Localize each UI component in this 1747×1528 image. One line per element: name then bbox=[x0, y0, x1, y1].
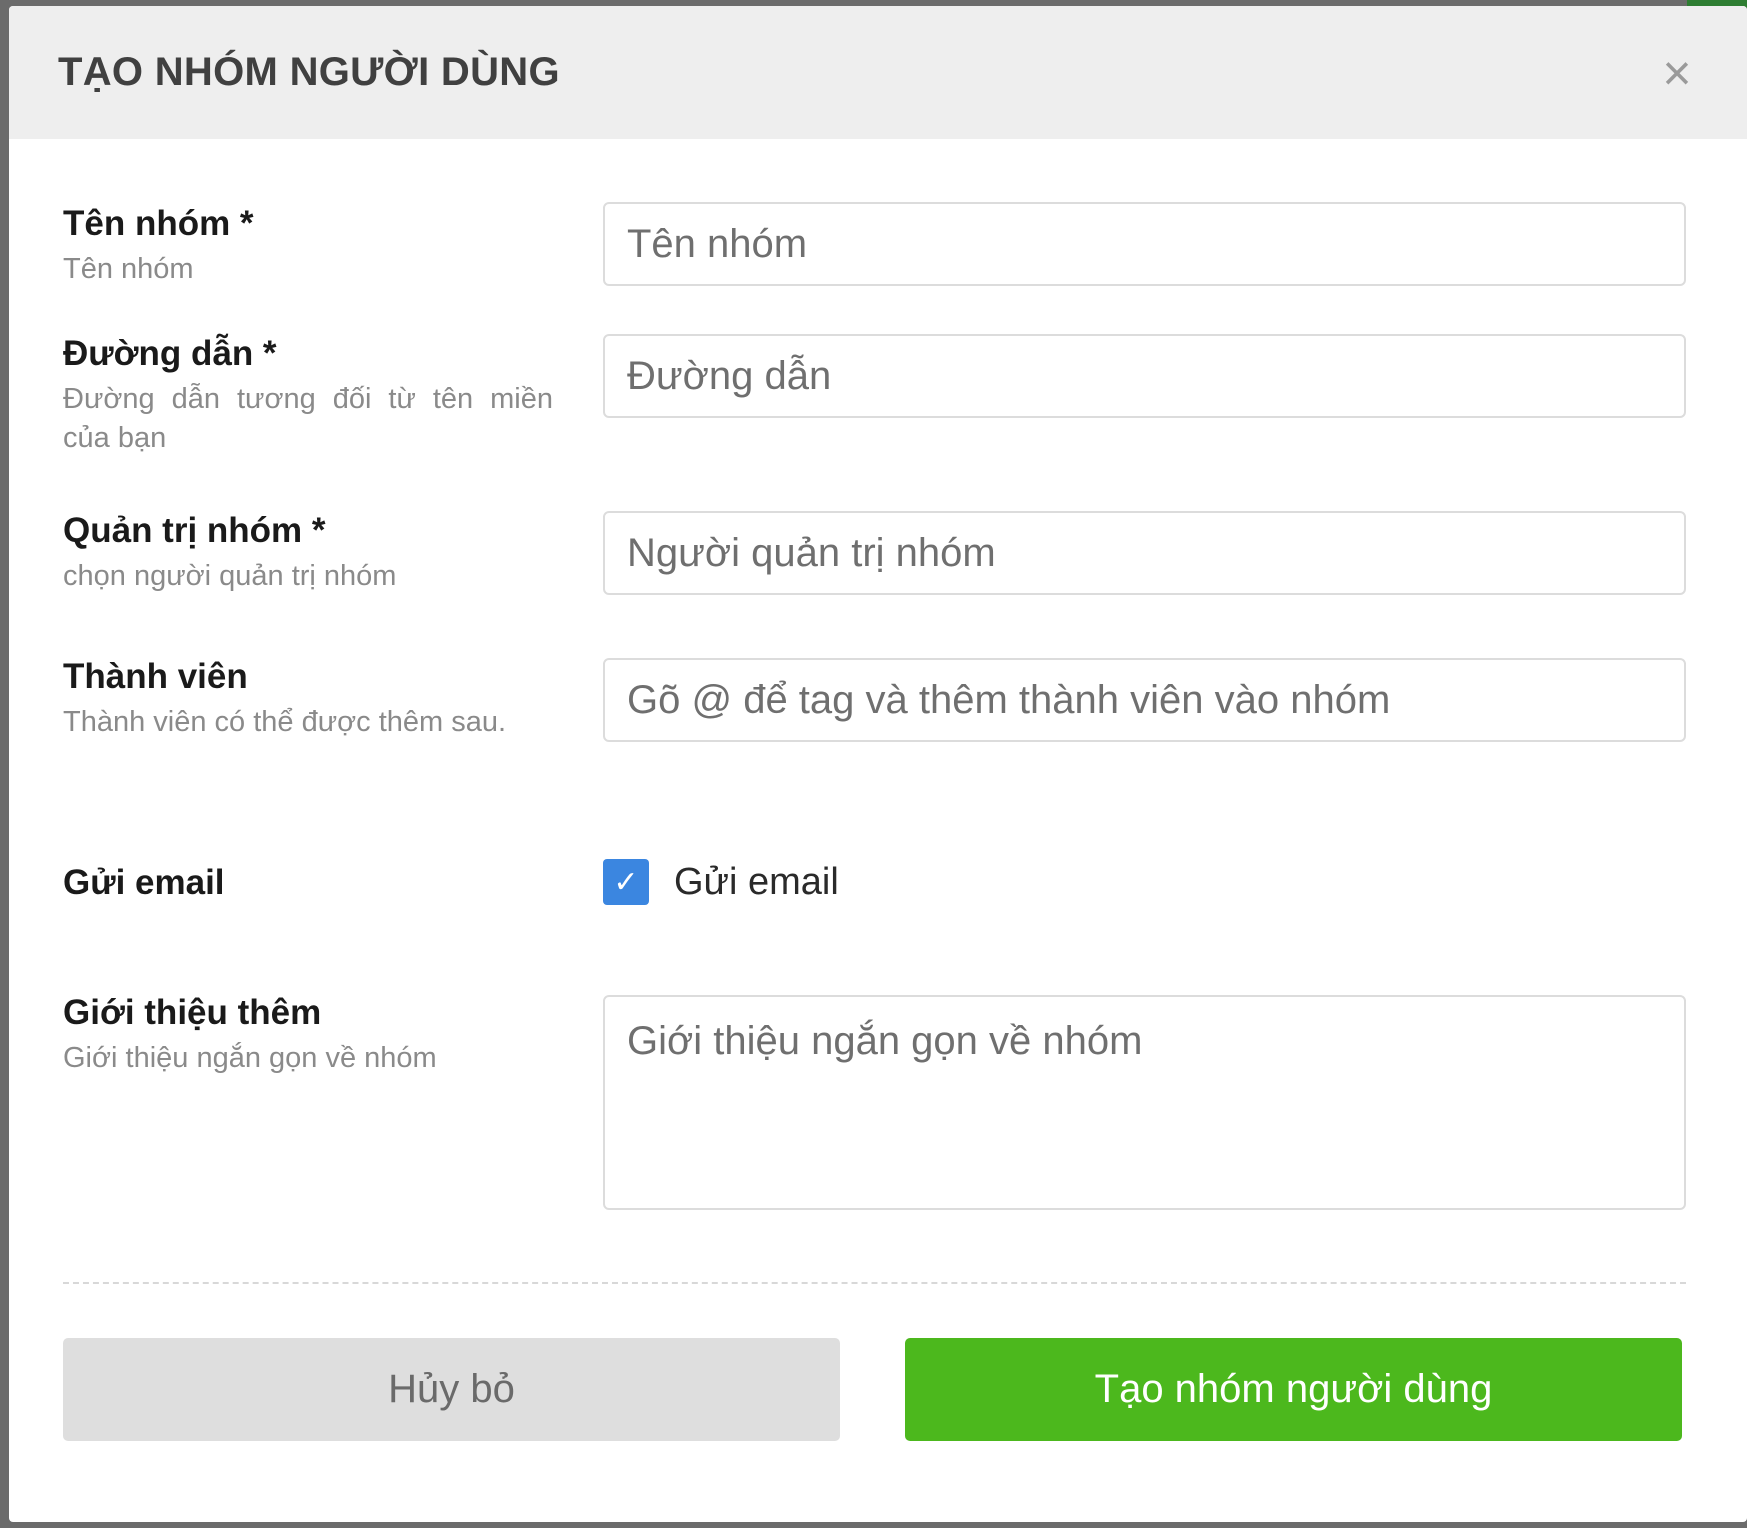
intro-label: Giới thiệu thêm bbox=[63, 993, 322, 1032]
send-email-label-col: Gửi email bbox=[63, 861, 553, 905]
modal-header: TẠO NHÓM NGƯỜI DÙNG × bbox=[9, 6, 1747, 139]
path-input[interactable] bbox=[603, 334, 1686, 418]
members-label: Thành viên bbox=[63, 657, 248, 696]
group-name-help: Tên nhóm bbox=[63, 253, 194, 285]
send-email-checkbox-group[interactable]: ✓ Gửi email bbox=[603, 859, 839, 905]
path-help: Đường dẫn tương đối từ tên miền của bạn bbox=[63, 383, 553, 454]
create-group-button[interactable]: Tạo nhóm người dùng bbox=[905, 1338, 1682, 1441]
footer-divider bbox=[63, 1282, 1686, 1284]
close-icon[interactable]: × bbox=[1653, 48, 1701, 98]
group-name-label-col: Tên nhóm * Tên nhóm bbox=[63, 202, 553, 289]
admin-label: Quản trị nhóm * bbox=[63, 511, 326, 550]
members-input[interactable] bbox=[603, 658, 1686, 742]
members-help: Thành viên có thể được thêm sau. bbox=[63, 706, 507, 738]
admin-input[interactable] bbox=[603, 511, 1686, 595]
cancel-button[interactable]: Hủy bỏ bbox=[63, 1338, 840, 1441]
modal-title: TẠO NHÓM NGƯỜI DÙNG bbox=[58, 50, 560, 94]
admin-label-col: Quản trị nhóm * chọn người quản trị nhóm bbox=[63, 509, 553, 596]
group-name-input[interactable] bbox=[603, 202, 1686, 286]
members-label-col: Thành viên Thành viên có thể được thêm s… bbox=[63, 655, 553, 742]
send-email-checkbox-label[interactable]: Gửi email bbox=[674, 861, 839, 904]
checkmark-icon: ✓ bbox=[613, 865, 639, 899]
intro-help: Giới thiệu ngắn gọn về nhóm bbox=[63, 1042, 437, 1074]
create-group-modal: TẠO NHÓM NGƯỜI DÙNG × Tên nhóm * Tên nhó… bbox=[9, 6, 1747, 1522]
send-email-label: Gửi email bbox=[63, 863, 225, 902]
intro-label-col: Giới thiệu thêm Giới thiệu ngắn gọn về n… bbox=[63, 991, 553, 1078]
path-label-col: Đường dẫn * Đường dẫn tương đối từ tên m… bbox=[63, 332, 553, 458]
intro-textarea[interactable] bbox=[603, 995, 1686, 1210]
admin-help: chọn người quản trị nhóm bbox=[63, 560, 397, 592]
send-email-checkbox[interactable]: ✓ bbox=[603, 859, 649, 905]
path-label: Đường dẫn * bbox=[63, 334, 277, 373]
group-name-label: Tên nhóm * bbox=[63, 204, 254, 243]
